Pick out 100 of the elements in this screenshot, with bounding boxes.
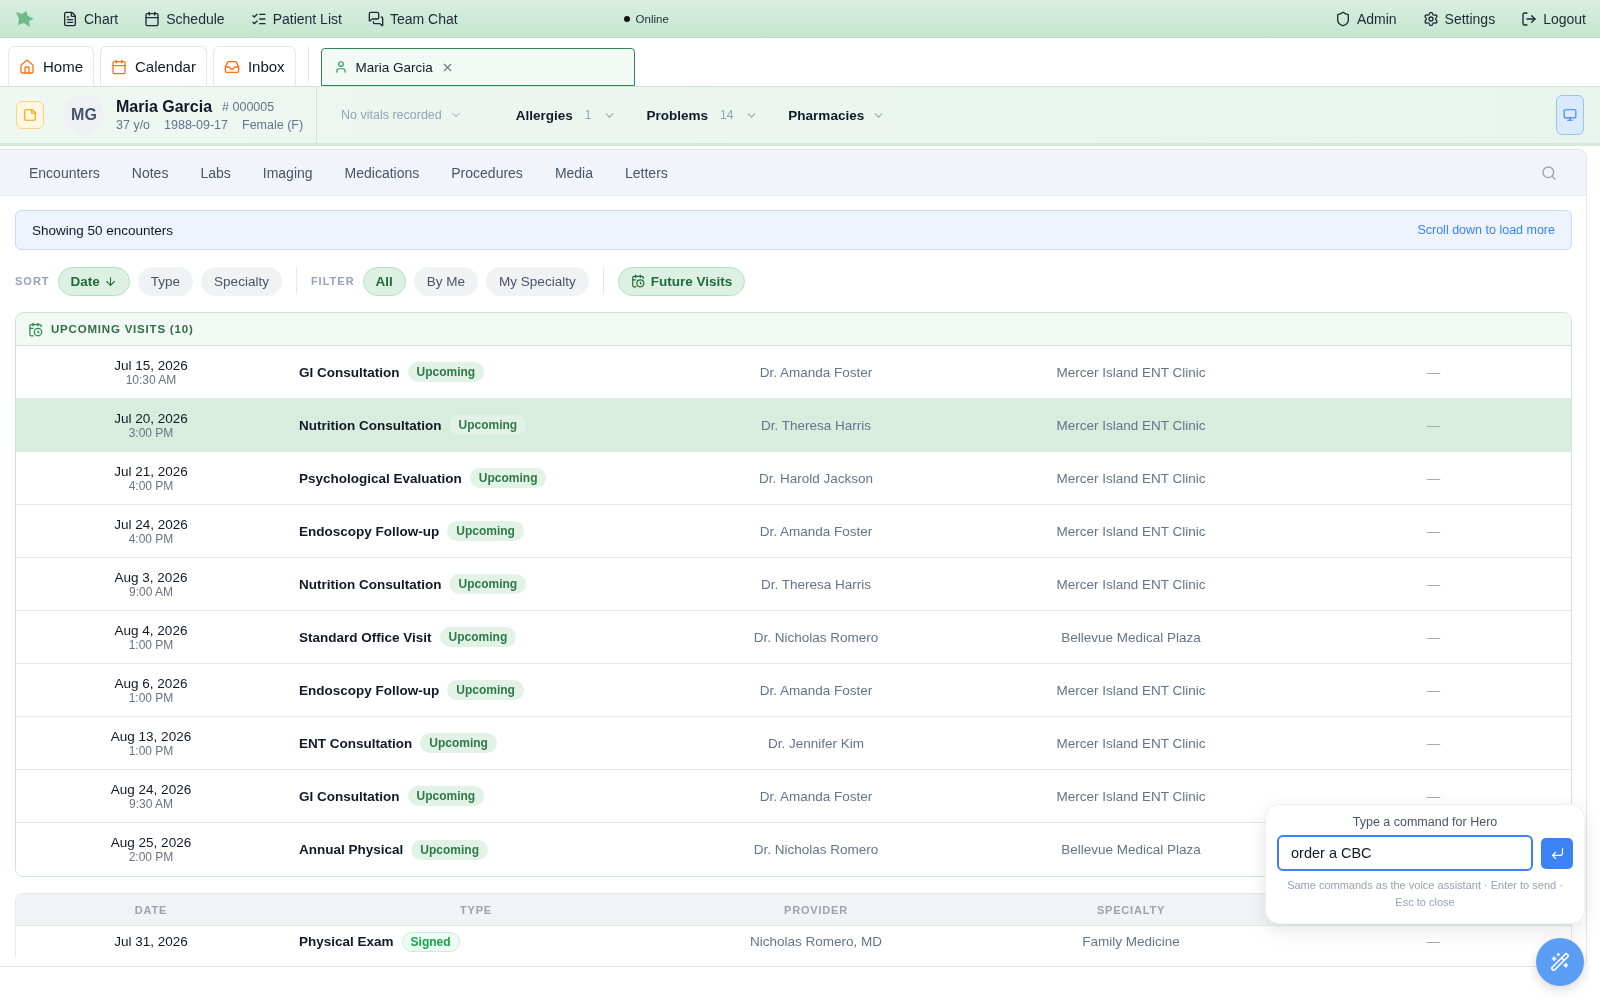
chart-tab[interactable]: Encounters bbox=[29, 164, 100, 181]
table-cell-text: — bbox=[1425, 523, 1442, 539]
nav-item[interactable]: Logout bbox=[1521, 10, 1586, 27]
nav-item[interactable]: Admin bbox=[1334, 10, 1397, 27]
status-badge: Upcoming bbox=[420, 733, 497, 753]
visit-date: Jul 21, 2026 bbox=[114, 463, 188, 479]
visit-time: 1:00 PM bbox=[128, 743, 174, 758]
status-badge: Upcoming bbox=[447, 521, 524, 541]
visit-time: 4:00 PM bbox=[128, 478, 174, 493]
encounter-type: Physical Exam bbox=[299, 934, 394, 949]
chart-tab[interactable]: Imaging bbox=[262, 164, 313, 181]
status-indicator: Online bbox=[623, 12, 669, 25]
monitor-icon bbox=[1563, 108, 1577, 122]
note-button[interactable] bbox=[16, 101, 44, 129]
visit-date: Aug 6, 2026 bbox=[114, 675, 188, 691]
chart-tab[interactable]: Procedures bbox=[451, 164, 523, 181]
settings-icon bbox=[1422, 10, 1439, 27]
popover-hint: Same commands as the voice assistant · Enter to send · Esc to close bbox=[1286, 878, 1564, 910]
chart-tab[interactable]: Labs bbox=[200, 164, 231, 181]
provider-name: Dr. Nicholas Romero bbox=[752, 629, 880, 645]
clinic-name: Mercer Island ENT Clinic bbox=[1055, 417, 1207, 433]
magic-wand-button[interactable] bbox=[1536, 938, 1584, 986]
provider-name: Dr. Amanda Foster bbox=[758, 523, 874, 539]
sort-chip[interactable]: Specialty bbox=[201, 266, 282, 296]
monitor-button[interactable] bbox=[1556, 95, 1584, 135]
section-title: UPCOMING VISITS (10) bbox=[51, 323, 194, 335]
chart-tab[interactable]: Letters bbox=[625, 164, 668, 181]
provider-name: Nicholas Romero, MD bbox=[748, 934, 883, 949]
visit-date: Aug 24, 2026 bbox=[110, 781, 192, 797]
provider-name: Dr. Amanda Foster bbox=[758, 364, 874, 380]
patient-name: Maria Garcia bbox=[116, 98, 213, 116]
nav-item[interactable]: Chart bbox=[62, 10, 119, 27]
provider-name: Dr. Theresa Harris bbox=[760, 417, 872, 433]
visit-time: 3:00 PM bbox=[128, 425, 174, 440]
visit-type: ENT Consultation bbox=[299, 735, 413, 751]
visit-time: 10:30 AM bbox=[125, 372, 177, 387]
nav-item[interactable]: Team Chat bbox=[367, 10, 458, 27]
send-button[interactable] bbox=[1541, 837, 1573, 869]
filter-chip[interactable]: By Me bbox=[413, 266, 479, 296]
command-input[interactable]: order a CBC bbox=[1277, 835, 1533, 871]
search-button[interactable] bbox=[1541, 164, 1557, 181]
arrow-down-icon bbox=[103, 274, 117, 288]
nav-item[interactable]: Settings bbox=[1422, 10, 1496, 27]
calendar-icon bbox=[111, 58, 127, 75]
chart-tab[interactable]: Notes bbox=[131, 164, 169, 181]
nav-item[interactable]: Schedule bbox=[144, 10, 225, 27]
enter-icon bbox=[1549, 845, 1565, 861]
visit-type: Standard Office Visit bbox=[299, 629, 432, 645]
table-cell-text: — bbox=[1425, 934, 1442, 949]
logo-icon bbox=[14, 9, 36, 28]
summary-dropdown[interactable]: Allergies 1 bbox=[515, 107, 617, 123]
tab[interactable]: Home bbox=[8, 46, 94, 86]
clinic-name: Mercer Island ENT Clinic bbox=[1055, 788, 1207, 804]
visit-type: Endoscopy Follow-up bbox=[299, 523, 440, 539]
sort-label: SORT bbox=[15, 275, 50, 287]
banner-text: Showing 50 encounters bbox=[32, 222, 174, 238]
chart-tab[interactable]: Media bbox=[554, 164, 593, 181]
patient-sex: Female (F) bbox=[242, 118, 304, 132]
status-badge: Upcoming bbox=[439, 627, 517, 647]
sort-chip[interactable]: Type bbox=[137, 266, 194, 296]
inbox-icon bbox=[223, 58, 240, 75]
patient-age: 37 y/o bbox=[116, 118, 151, 132]
tab[interactable]: Inbox bbox=[212, 46, 296, 86]
clinic-name: Mercer Island ENT Clinic bbox=[1055, 470, 1207, 486]
home-icon bbox=[19, 58, 35, 75]
patient-tab[interactable]: Maria Garcia bbox=[320, 48, 635, 86]
visit-row[interactable]: Jul 20, 2026 3:00 PM Nutrition Consultation Upcoming Dr. Theresa Harris Mercer Island ENT Clinic — bbox=[16, 399, 1571, 452]
record-number: # 000005 bbox=[222, 100, 275, 114]
chart-tab[interactable]: Medications bbox=[344, 164, 420, 181]
tab[interactable]: Calendar bbox=[100, 46, 207, 86]
clinic-name: Mercer Island ENT Clinic bbox=[1055, 735, 1207, 751]
magic-wand-icon bbox=[1550, 952, 1570, 972]
patient-dob: 1988-09-17 bbox=[164, 118, 228, 132]
shield-icon bbox=[1334, 10, 1351, 27]
visit-date: Aug 13, 2026 bbox=[110, 728, 192, 744]
visit-time: 4:00 PM bbox=[128, 531, 174, 546]
visit-type: GI Consultation bbox=[299, 788, 400, 804]
status-badge: Signed bbox=[401, 931, 460, 952]
provider-name: Dr. Nicholas Romero bbox=[752, 842, 880, 857]
filter-chip[interactable]: My Specialty bbox=[486, 266, 589, 296]
provider-name: Dr. Amanda Foster bbox=[758, 788, 874, 804]
visit-date: Aug 3, 2026 bbox=[114, 569, 188, 585]
table-cell-text: — bbox=[1425, 364, 1442, 380]
future-visits-chip[interactable]: Future Visits bbox=[617, 266, 746, 296]
provider-name: Dr. Jennifer Kim bbox=[767, 735, 865, 751]
visit-date: Aug 25, 2026 bbox=[110, 835, 192, 850]
column-header: PROVIDER bbox=[783, 903, 849, 916]
filter-chip[interactable]: All bbox=[362, 266, 406, 296]
visit-type: Nutrition Consultation bbox=[299, 576, 442, 592]
nav-item[interactable]: Patient List bbox=[250, 10, 342, 27]
table-cell-text: — bbox=[1425, 735, 1442, 751]
visit-date: Jul 15, 2026 bbox=[114, 357, 188, 373]
sort-chip[interactable]: Date bbox=[57, 266, 130, 296]
summary-dropdown[interactable]: Problems 14 bbox=[646, 107, 759, 123]
visit-type: Annual Physical bbox=[299, 842, 404, 857]
visit-date: Aug 4, 2026 bbox=[114, 622, 188, 638]
status-badge: Upcoming bbox=[447, 680, 524, 700]
summary-dropdown[interactable]: Pharmacies bbox=[788, 107, 886, 123]
status-badge: Upcoming bbox=[411, 839, 488, 860]
search-icon bbox=[1541, 164, 1557, 181]
